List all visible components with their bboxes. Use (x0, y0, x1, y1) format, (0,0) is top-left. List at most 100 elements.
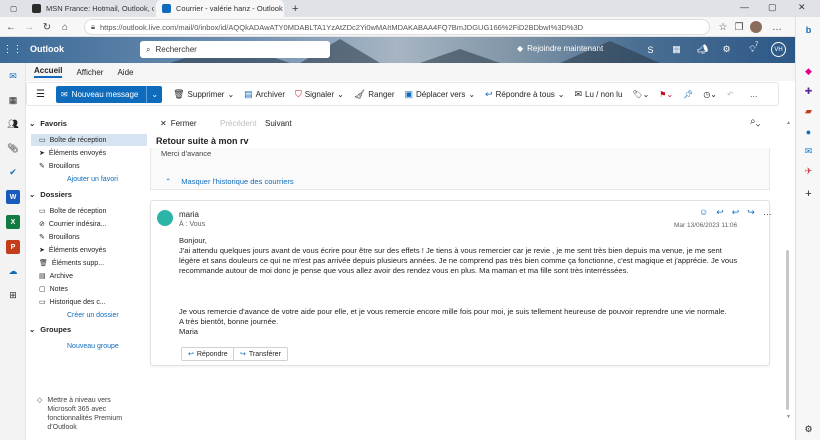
calendar-icon[interactable]: ▦ (6, 93, 20, 107)
games-icon[interactable]: ▰ (802, 105, 815, 118)
folder-sent[interactable]: ➤ Éléments envoyés (31, 244, 147, 256)
close-window-icon[interactable]: ✕ (798, 2, 806, 13)
sender-avatar[interactable] (157, 210, 173, 226)
browser-tab-outlook[interactable]: Courrier - valérie hanz - Outlook ✕ (156, 0, 284, 17)
folder-inbox-favorite[interactable]: ▭ Boîte de réception (31, 134, 147, 146)
reply-all-icon[interactable]: ↩ (732, 207, 740, 218)
more-apps-icon[interactable]: ⊞ (6, 288, 20, 302)
history-toggle[interactable]: ⌃ Masquer l'historique des courriers (165, 177, 294, 186)
pin-icon[interactable]: 📌︎ (678, 90, 698, 99)
report-button[interactable]: ⛉ Signaler ⌄ (290, 89, 349, 100)
folder-deleted[interactable]: 🗑︎ Éléments supp... (31, 257, 147, 269)
more-icon[interactable]: … (770, 20, 784, 34)
tab-actions-icon[interactable]: ▢ (4, 0, 22, 17)
flag-icon[interactable]: ⚑⌄ (654, 90, 678, 99)
add-favorite-link[interactable]: Ajouter un favori (31, 173, 147, 185)
settings-gear-icon[interactable]: ⚙ (720, 43, 733, 56)
sweep-button[interactable]: 🧹︎ Ranger (349, 89, 400, 100)
app-launcher-icon[interactable]: ⋮⋮ (3, 43, 23, 56)
folder-history[interactable]: ▭ Historique des c... (31, 296, 147, 308)
folder-inbox[interactable]: ▭ Boîte de réception (31, 205, 147, 217)
mail-icon[interactable]: ✉ (6, 69, 20, 83)
snooze-clock-icon[interactable]: ◷⌄ (698, 90, 722, 99)
bing-copilot-icon[interactable]: b (802, 23, 815, 36)
sender-name[interactable]: maria (179, 210, 199, 219)
reply-button[interactable]: ↩ Répondre (181, 347, 235, 361)
profile-avatar[interactable] (750, 21, 762, 33)
forward-icon: ↪ (240, 351, 246, 358)
scrollbar-thumb[interactable] (786, 250, 789, 410)
account-avatar[interactable]: VH (771, 42, 786, 57)
folder-drafts[interactable]: ✎ Brouillons (31, 231, 147, 243)
reply-icon[interactable]: ↩ (716, 207, 724, 218)
browser-tab-msn[interactable]: MSN France: Hotmail, Outlook, c ✕ (26, 0, 154, 17)
home-icon[interactable]: ⌂ (58, 20, 72, 34)
folder-junk[interactable]: ⊘ Courrier indésira... (31, 218, 147, 230)
tab-aide[interactable]: Aide (117, 68, 133, 77)
chevron-down-icon[interactable]: ⌄ (146, 85, 162, 103)
previous-button[interactable]: Précédent (220, 119, 256, 128)
minimize-icon[interactable]: — (740, 2, 749, 12)
excel-icon[interactable]: X (6, 215, 20, 229)
archive-button[interactable]: ▤ Archiver (239, 89, 290, 100)
people-icon[interactable]: 👥︎ (6, 117, 20, 131)
shopping-icon[interactable]: ◆ (802, 65, 815, 78)
powerpoint-icon[interactable]: P (6, 240, 20, 254)
sidebar-settings-icon[interactable]: ⚙ (802, 423, 815, 436)
maximize-icon[interactable]: ▢ (768, 2, 777, 13)
collections-icon[interactable]: ❐ (732, 20, 746, 34)
forward-icon[interactable]: → (22, 20, 36, 34)
add-icon[interactable]: + (802, 187, 815, 200)
undo-icon[interactable]: ↶ (722, 90, 739, 99)
zoom-icon[interactable]: ⌕⌄ (750, 116, 760, 127)
calendar-icon[interactable]: ▦ (670, 43, 683, 56)
more-options-icon[interactable]: … (745, 90, 763, 99)
folder-sent-favorite[interactable]: ➤ Éléments envoyés (31, 147, 147, 159)
forward-icon[interactable]: ↪ (747, 207, 755, 218)
previous-message-collapsed[interactable]: Merci d'avance ⌃ Masquer l'historique de… (150, 148, 770, 190)
forward-button[interactable]: ↪ Transférer (233, 347, 288, 361)
drop-icon[interactable]: ✈ (802, 165, 815, 178)
scrollbar[interactable]: ▲ ▼ (784, 120, 791, 420)
delete-button[interactable]: 🗑︎ Supprimer ⌄ (168, 89, 239, 100)
back-icon[interactable]: ← (4, 20, 18, 34)
folder-archive[interactable]: ▤ Archive (31, 270, 147, 282)
diamond-icon: ◇ (37, 397, 43, 404)
move-to-button[interactable]: ▣ Déplacer vers ⌄ (400, 89, 481, 100)
attachment-icon[interactable]: 📎︎ (6, 141, 20, 155)
folders-header[interactable]: ⌄ Dossiers (29, 190, 72, 199)
address-bar[interactable]: 🔒︎ https://outlook.live.com/mail/0/inbox… (84, 19, 710, 35)
word-icon[interactable]: W (6, 190, 20, 204)
search-box[interactable]: ⌕ Rechercher (140, 41, 330, 58)
megaphone-icon[interactable]: 📣︎ (696, 43, 709, 56)
todo-check-icon[interactable]: ✔ (6, 165, 20, 179)
m365-icon[interactable]: ● (802, 125, 815, 138)
smile-icon[interactable]: ☺ (699, 207, 708, 218)
skype-icon[interactable]: S (644, 43, 657, 56)
more-options-icon[interactable]: … (763, 207, 772, 218)
folder-notes[interactable]: ▢ Notes (31, 283, 147, 295)
create-folder-link[interactable]: Créer un dossier (31, 309, 147, 321)
refresh-icon[interactable]: ↻ (40, 20, 54, 34)
new-tab-button[interactable]: + (286, 0, 300, 17)
onedrive-icon[interactable]: ☁ (6, 264, 20, 278)
reply-all-button[interactable]: ↩ Répondre à tous ⌄ (480, 89, 569, 100)
tag-icon[interactable]: 🏷︎⌄ (627, 90, 654, 99)
upgrade-promo[interactable]: ◇ Mettre à niveau vers Microsoft 365 ave… (37, 396, 137, 432)
tab-afficher[interactable]: Afficher (76, 68, 103, 77)
folder-drafts-favorite[interactable]: ✎ Brouillons (31, 160, 147, 172)
outlook-side-icon[interactable]: ✉ (802, 145, 815, 158)
tools-icon[interactable]: ✚ (802, 85, 815, 98)
favorites-star-icon[interactable]: ☆ (716, 20, 730, 34)
favorites-header[interactable]: ⌄ Favoris (29, 119, 67, 128)
new-group-link[interactable]: Nouveau groupe (31, 340, 147, 352)
close-button[interactable]: ✕ Fermer (160, 119, 196, 128)
groups-header[interactable]: ⌄ Groupes (29, 325, 71, 334)
read-unread-button[interactable]: ✉ Lu / non lu (570, 89, 628, 100)
next-button[interactable]: Suivant (265, 119, 292, 128)
upgrade-button[interactable]: ◆ Rejoindre maintenant (517, 44, 603, 53)
tab-accueil[interactable]: Accueil (34, 66, 63, 78)
new-message-button[interactable]: ✉ Nouveau message ⌄ (55, 85, 163, 103)
address-row: ← → ↻ ⌂ 🔒︎ https://outlook.live.com/mail… (0, 17, 820, 37)
hamburger-menu-icon[interactable]: ☰ (31, 89, 50, 100)
